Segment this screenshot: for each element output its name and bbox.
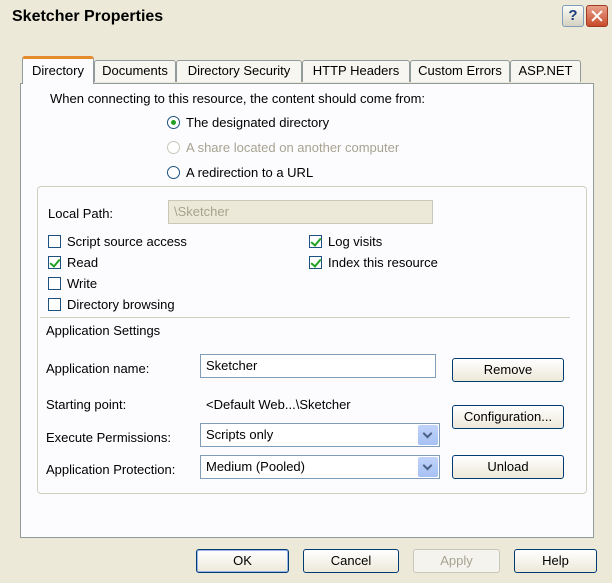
application-name-label: Application name:	[46, 361, 150, 376]
radio-designated-directory[interactable]	[167, 116, 180, 129]
local-path-field: \Sketcher	[168, 200, 433, 224]
apply-button: Apply	[413, 549, 500, 573]
checkbox-log-visits[interactable]	[309, 235, 322, 248]
application-settings-heading: Application Settings	[46, 323, 161, 338]
chevron-down-icon[interactable]	[418, 457, 438, 477]
checkbox-read[interactable]	[48, 256, 61, 269]
execute-permissions-select[interactable]: Scripts only	[200, 423, 440, 447]
execute-permissions-value: Scripts only	[206, 427, 274, 442]
application-protection-label: Application Protection:	[46, 462, 176, 477]
section-divider	[40, 317, 570, 318]
chevron-down-icon[interactable]	[418, 425, 438, 445]
ok-button[interactable]: OK	[196, 549, 289, 573]
help-button[interactable]: Help	[514, 549, 597, 573]
configuration-button[interactable]: Configuration...	[452, 405, 564, 429]
starting-point-value: <Default Web...\Sketcher	[206, 397, 351, 412]
checkbox-script-source-access[interactable]	[48, 235, 61, 248]
application-name-input[interactable]: Sketcher	[200, 354, 436, 378]
checkbox-index-resource[interactable]	[309, 256, 322, 269]
execute-permissions-label: Execute Permissions:	[46, 430, 171, 445]
radio-share-other-computer	[167, 141, 180, 154]
checkbox-write-label[interactable]: Write	[67, 276, 97, 291]
radio-designated-directory-label[interactable]: The designated directory	[186, 115, 329, 130]
application-protection-select[interactable]: Medium (Pooled)	[200, 455, 440, 479]
radio-redirect-url-label[interactable]: A redirection to a URL	[186, 165, 313, 180]
radio-share-other-computer-label: A share located on another computer	[186, 140, 400, 155]
checkbox-script-source-access-label[interactable]: Script source access	[67, 234, 187, 249]
checkbox-directory-browsing[interactable]	[48, 298, 61, 311]
local-path-label: Local Path:	[48, 206, 114, 221]
radio-redirect-url[interactable]	[167, 166, 180, 179]
checkbox-read-label[interactable]: Read	[67, 255, 98, 270]
settings-groupbox	[37, 186, 587, 494]
properties-dialog: Sketcher Properties ? Directory Document…	[0, 0, 612, 583]
checkbox-index-resource-label[interactable]: Index this resource	[328, 255, 438, 270]
checkbox-log-visits-label[interactable]: Log visits	[328, 234, 382, 249]
remove-button[interactable]: Remove	[452, 358, 564, 382]
starting-point-label: Starting point:	[46, 397, 127, 412]
checkbox-directory-browsing-label[interactable]: Directory browsing	[67, 297, 175, 312]
unload-button[interactable]: Unload	[452, 455, 564, 479]
content-source-prompt: When connecting to this resource, the co…	[50, 91, 426, 106]
application-protection-value: Medium (Pooled)	[206, 459, 305, 474]
cancel-button[interactable]: Cancel	[303, 549, 399, 573]
checkbox-write[interactable]	[48, 277, 61, 290]
